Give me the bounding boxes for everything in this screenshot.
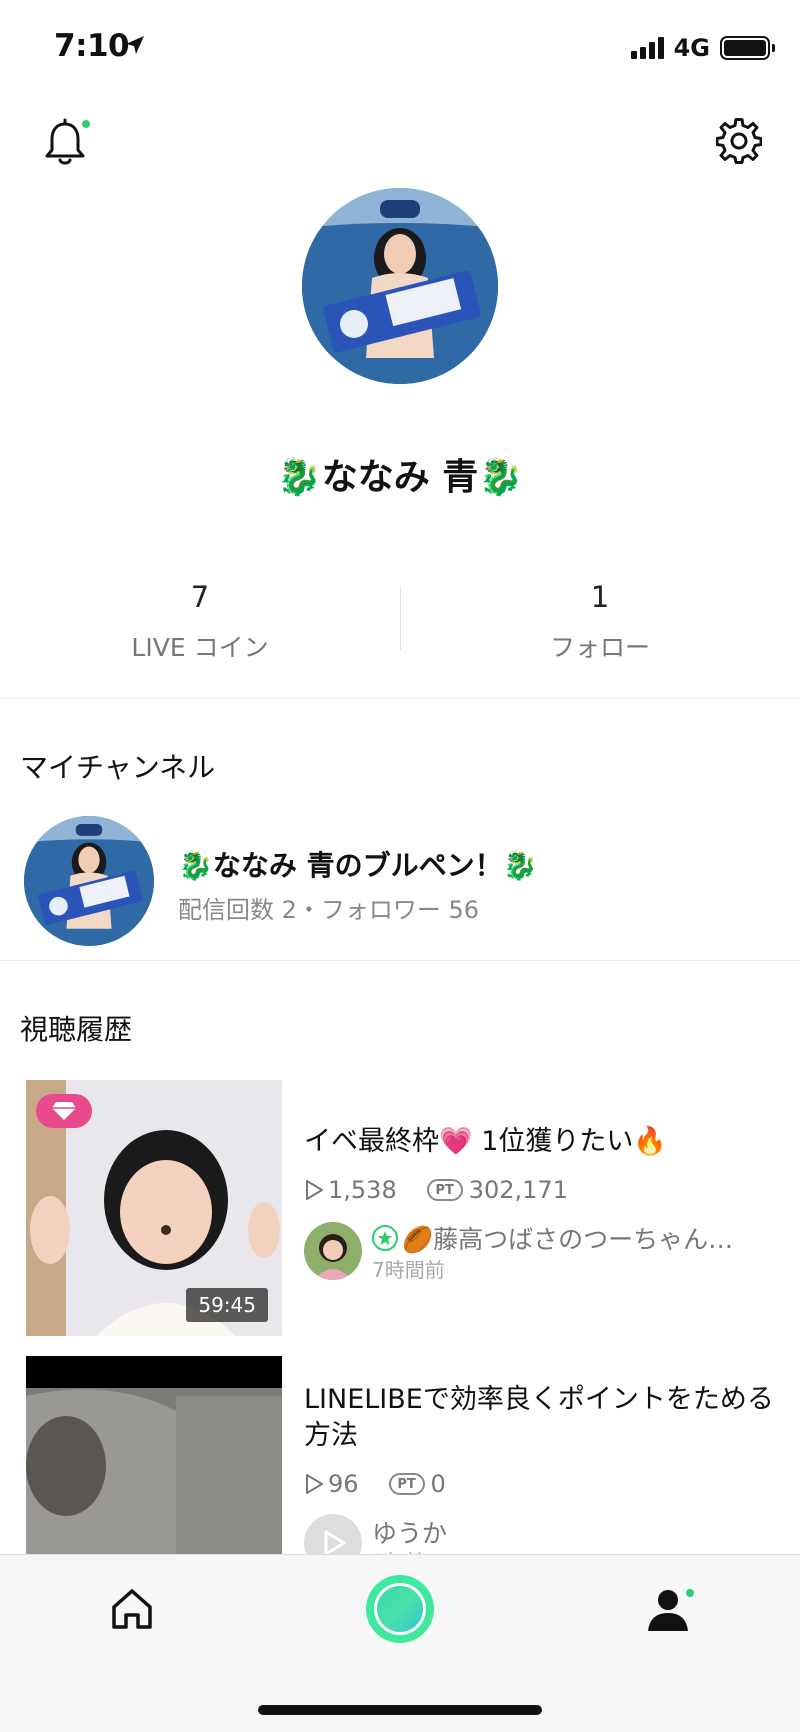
points-icon: PT (388, 1473, 425, 1495)
streamer-name[interactable]: 🏉藤高つばさのつーちゃん… (402, 1220, 733, 1256)
divider (0, 960, 800, 961)
star-badge-icon (372, 1225, 398, 1251)
stat-value: 1 (590, 580, 610, 614)
channel-avatar[interactable] (24, 816, 154, 946)
stat-label: フォロー (549, 633, 650, 662)
play-count-icon (306, 1474, 323, 1494)
person-icon[interactable] (644, 1585, 692, 1633)
network-type: 4G (673, 34, 710, 62)
history-title[interactable]: LINELIBEで効率良くポイントをためる方法 (304, 1382, 774, 1455)
gem-icon (52, 1102, 76, 1120)
history-time-ago: 7時間前 (372, 1258, 445, 1282)
streamer-name[interactable]: ゆうか (372, 1514, 447, 1550)
stat-value: 7 (190, 580, 210, 614)
gear-icon[interactable] (716, 118, 762, 164)
history-thumbnail[interactable] (26, 1356, 282, 1556)
points-count: 302,171 (468, 1176, 568, 1204)
home-indicator (258, 1705, 542, 1715)
streamer-avatar[interactable] (304, 1222, 362, 1280)
bell-icon[interactable] (42, 118, 88, 168)
profile-name: 🐉ななみ 青🐉 (276, 457, 524, 498)
divider (0, 698, 800, 699)
history-stats: 1,538 PT 302,171 (304, 1176, 568, 1204)
history-title[interactable]: イベ最終枠💗 1位獲りたい🔥 (304, 1124, 774, 1160)
status-right: 4G (630, 34, 775, 62)
play-count-icon (306, 1180, 323, 1200)
streamer-name-row: ゆうか (372, 1514, 447, 1550)
stat-divider (400, 588, 401, 650)
streamer-name-row: 🏉藤高つばさのつーちゃん… (372, 1220, 733, 1256)
avatar-image (302, 188, 498, 384)
channel-avatar-image (24, 816, 154, 946)
live-button-icon[interactable] (366, 1575, 434, 1643)
stat-follow[interactable]: 1 フォロー (400, 580, 800, 662)
points-count: 0 (430, 1470, 446, 1498)
view-count: 1,538 (328, 1176, 397, 1204)
channel-name[interactable]: 🐉ななみ 青のブルペン！🐉 (178, 844, 537, 884)
stat-live-coin[interactable]: 7 LIVE コイン (0, 580, 400, 662)
section-title-my-channel: マイチャンネル (20, 751, 216, 784)
thumbnail-image (26, 1356, 282, 1556)
video-duration: 59:45 (186, 1288, 268, 1322)
gem-badge (36, 1094, 92, 1128)
notification-dot (686, 1589, 694, 1597)
section-title-history: 視聴履歴 (20, 1013, 133, 1046)
streamer-avatar-image (304, 1222, 362, 1280)
profile-stats: 7 LIVE コイン 1 フォロー (0, 580, 800, 662)
tab-bar (0, 1554, 800, 1732)
status-time: 7:10 (54, 28, 130, 64)
points-icon: PT (426, 1179, 463, 1201)
signal-icon (630, 37, 664, 59)
channel-meta: 配信回数 2・フォロワー 56 (178, 896, 480, 924)
profile-avatar[interactable] (302, 188, 498, 384)
location-arrow-icon (126, 36, 144, 54)
history-thumbnail[interactable]: 59:45 (26, 1080, 282, 1336)
battery-icon (720, 36, 775, 60)
status-bar: 7:10 4G (0, 0, 800, 100)
stat-label: LIVE コイン (131, 633, 269, 662)
view-count: 96 (328, 1470, 359, 1498)
history-stats: 96 PT 0 (304, 1470, 446, 1498)
home-icon[interactable] (108, 1585, 156, 1633)
notification-dot (82, 120, 90, 128)
